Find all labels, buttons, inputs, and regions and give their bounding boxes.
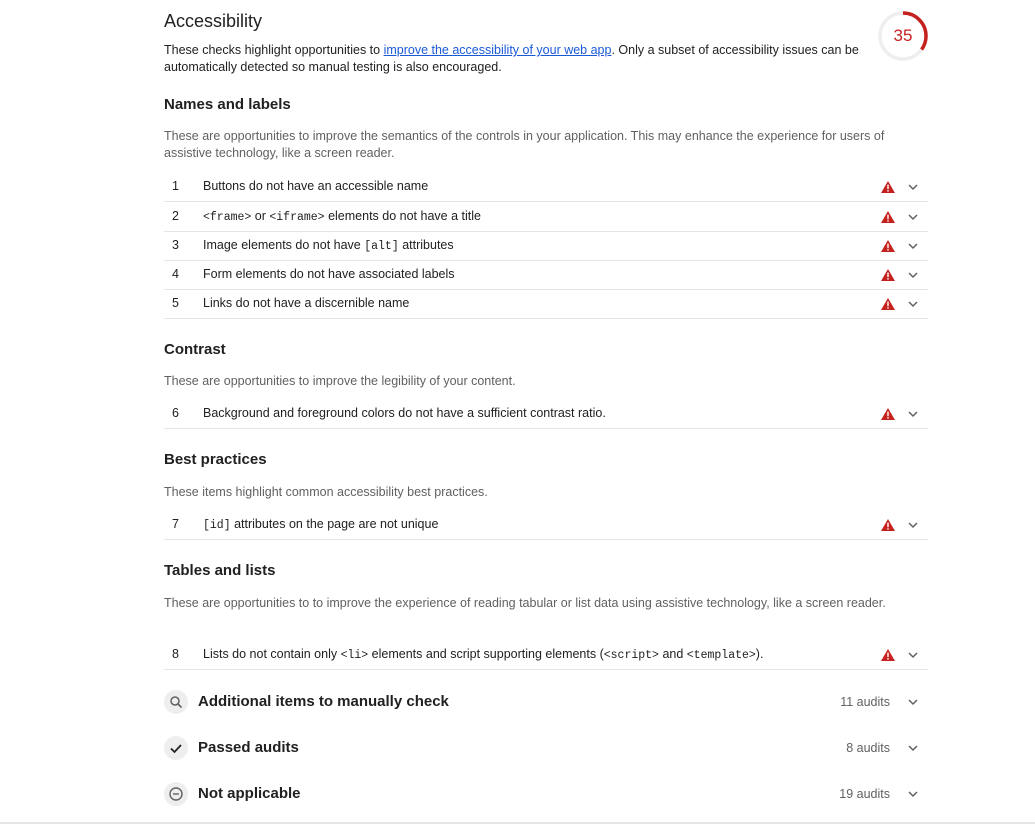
audit-number: 5 xyxy=(172,296,179,310)
check-icon xyxy=(164,736,188,760)
audit-text-part: elements and script supporting elements … xyxy=(368,647,604,661)
audit-text-part: attributes xyxy=(398,238,454,252)
chevron-down-icon[interactable] xyxy=(907,270,919,280)
section-title-tables-lists: Tables and lists xyxy=(164,562,276,579)
audit-text-part: and xyxy=(658,647,687,661)
accessibility-link[interactable]: improve the accessibility of your web ap… xyxy=(384,43,612,57)
audit-title: Image elements do not have [alt] attribu… xyxy=(203,231,454,261)
fail-triangle-icon xyxy=(881,181,895,193)
audit-row[interactable]: 5 Links do not have a discernible name xyxy=(164,289,928,319)
group-count: 8 audits xyxy=(846,741,890,755)
audit-text-part: elements do not have a title xyxy=(324,209,481,223)
fail-triangle-icon xyxy=(881,649,895,661)
audit-number: 3 xyxy=(172,238,179,252)
audit-title: Background and foreground colors do not … xyxy=(203,406,606,420)
chevron-down-icon[interactable] xyxy=(907,241,919,251)
fail-triangle-icon xyxy=(881,211,895,223)
group-label: Additional items to manually check xyxy=(198,693,449,710)
audit-row[interactable]: 4 Form elements do not have associated l… xyxy=(164,260,928,290)
group-label: Passed audits xyxy=(198,739,299,756)
group-passed-audits[interactable]: Passed audits 8 audits xyxy=(164,732,928,766)
section-desc-contrast: These are opportunities to improve the l… xyxy=(164,374,516,388)
chevron-down-icon[interactable] xyxy=(907,789,919,799)
section-desc-names: These are opportunities to improve the s… xyxy=(164,129,885,160)
audit-title: Lists do not contain only <li> elements … xyxy=(203,640,763,670)
chevron-down-icon[interactable] xyxy=(907,299,919,309)
audit-number: 1 xyxy=(172,179,179,193)
code-id: [id] xyxy=(203,519,231,532)
audit-number: 6 xyxy=(172,406,179,420)
audit-text-part: Image elements do not have xyxy=(203,238,365,252)
audit-number: 7 xyxy=(172,517,179,531)
section-desc-best-practices: These items highlight common accessibili… xyxy=(164,485,488,499)
group-label: Not applicable xyxy=(198,785,301,802)
audit-text-part: ). xyxy=(755,647,764,661)
audit-row[interactable]: 1 Buttons do not have an accessible name xyxy=(164,172,928,202)
chevron-down-icon[interactable] xyxy=(907,743,919,753)
audit-row[interactable]: 8 Lists do not contain only <li> element… xyxy=(164,640,928,670)
code-frame: <frame> xyxy=(203,211,252,224)
code-alt: [alt] xyxy=(364,240,399,253)
fail-triangle-icon xyxy=(881,408,895,420)
minus-circle-icon xyxy=(164,782,188,806)
code-li: <li> xyxy=(340,649,369,662)
page-title: Accessibility xyxy=(164,11,263,31)
code-template: <template> xyxy=(686,649,756,662)
section-title-contrast: Contrast xyxy=(164,341,226,358)
chevron-down-icon[interactable] xyxy=(907,697,919,707)
group-count: 19 audits xyxy=(839,787,890,801)
fail-triangle-icon xyxy=(881,298,895,310)
search-icon xyxy=(164,690,188,714)
section-desc-tables-lists: These are opportunities to to improve th… xyxy=(164,596,886,610)
audit-row[interactable]: 7 [id] attributes on the page are not un… xyxy=(164,510,928,540)
chevron-down-icon[interactable] xyxy=(907,409,919,419)
audit-text-part: Lists do not contain only xyxy=(203,647,341,661)
score-gauge: 35 xyxy=(877,10,929,62)
audit-title: [id] attributes on the page are not uniq… xyxy=(203,510,438,540)
audit-row[interactable]: 2 <frame> or <iframe> elements do not ha… xyxy=(164,202,928,232)
chevron-down-icon[interactable] xyxy=(907,212,919,222)
section-title-best-practices: Best practices xyxy=(164,451,267,468)
audit-row[interactable]: 3 Image elements do not have [alt] attri… xyxy=(164,231,928,261)
audit-title: Form elements do not have associated lab… xyxy=(203,267,455,281)
chevron-down-icon[interactable] xyxy=(907,520,919,530)
audit-title: Buttons do not have an accessible name xyxy=(203,179,429,193)
section-title-names: Names and labels xyxy=(164,96,291,113)
chevron-down-icon[interactable] xyxy=(907,650,919,660)
fail-triangle-icon xyxy=(881,269,895,281)
intro-before: These checks highlight opportunities to xyxy=(164,43,384,57)
audit-title: Links do not have a discernible name xyxy=(203,296,410,310)
audit-text-part: or xyxy=(251,209,270,223)
audit-title: <frame> or <iframe> elements do not have… xyxy=(203,202,481,232)
intro-text: These checks highlight opportunities to … xyxy=(164,42,869,76)
score-value: 35 xyxy=(893,26,913,45)
group-manual-check[interactable]: Additional items to manually check 11 au… xyxy=(164,686,928,720)
fail-triangle-icon xyxy=(881,240,895,252)
code-iframe: <iframe> xyxy=(269,211,325,224)
group-not-applicable[interactable]: Not applicable 19 audits xyxy=(164,778,928,812)
audit-number: 4 xyxy=(172,267,179,281)
audit-number: 8 xyxy=(172,647,179,661)
audit-text-part: attributes on the page are not unique xyxy=(230,517,439,531)
fail-triangle-icon xyxy=(881,519,895,531)
group-count: 11 audits xyxy=(840,695,890,709)
code-script: <script> xyxy=(603,649,659,662)
chevron-down-icon[interactable] xyxy=(907,182,919,192)
audit-number: 2 xyxy=(172,209,179,223)
audit-row[interactable]: 6 Background and foreground colors do no… xyxy=(164,399,928,429)
